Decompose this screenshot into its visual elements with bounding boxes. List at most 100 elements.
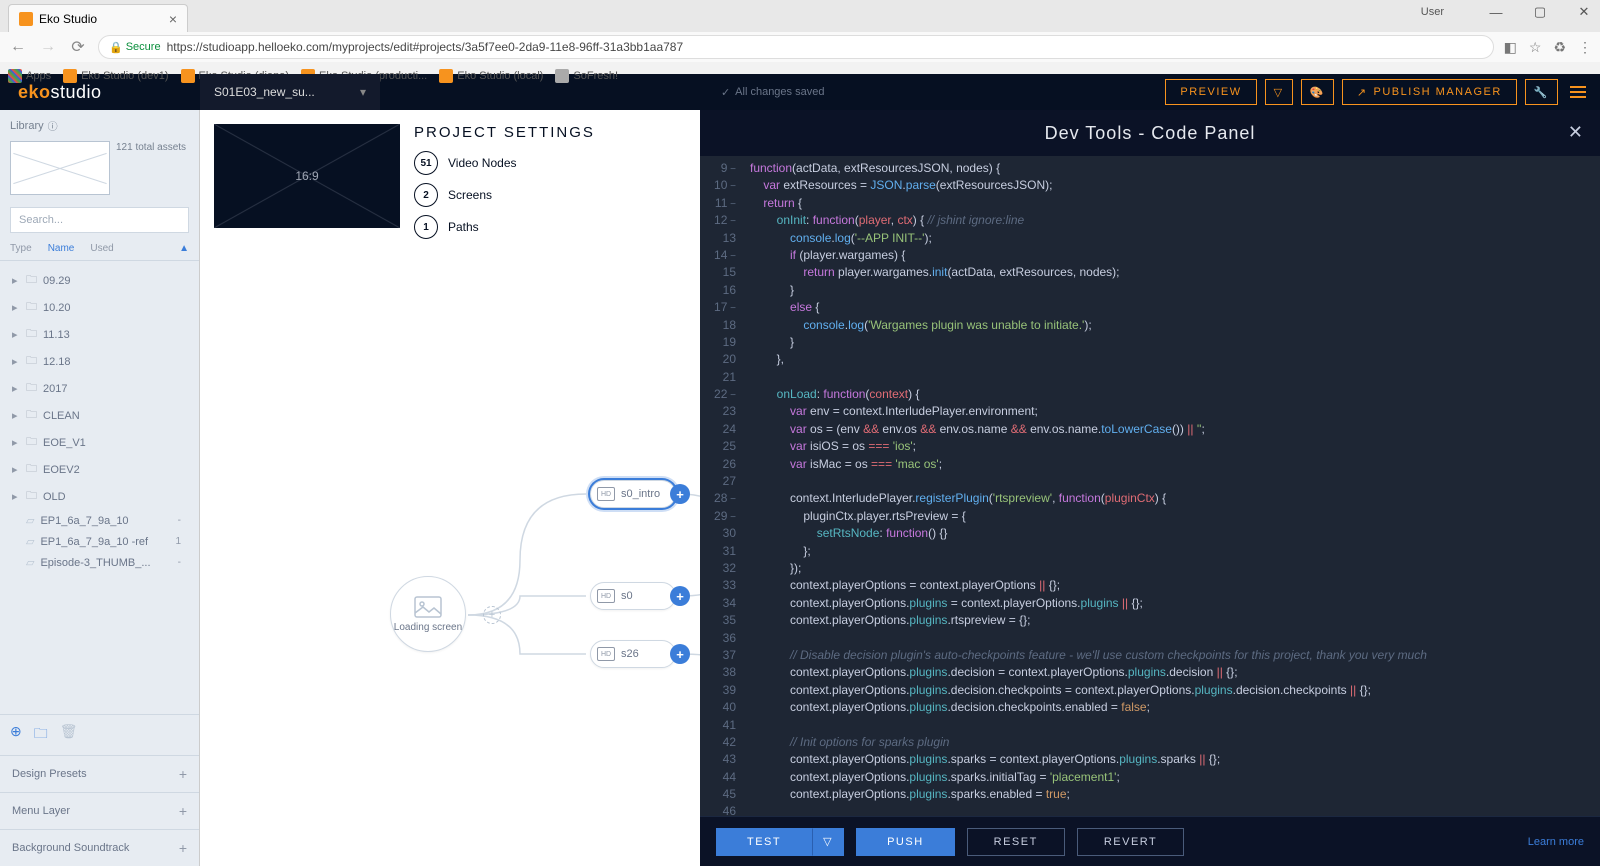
bookmark-item[interactable]: Apps: [8, 69, 51, 83]
kebab-icon[interactable]: ⋮: [1578, 39, 1592, 56]
sort-arrow-icon[interactable]: ▲: [179, 243, 189, 254]
wrench-icon[interactable]: 🔧: [1525, 79, 1558, 105]
learn-more-link[interactable]: Learn more: [1528, 836, 1584, 848]
expand-icon: ▸: [12, 409, 20, 422]
workspace: Library ⓘ 121 total assets Search... Typ…: [0, 110, 1600, 866]
library-thumb[interactable]: [10, 141, 110, 195]
graph-node[interactable]: HDs0: [590, 582, 676, 610]
aspect-ratio-box[interactable]: 16:9: [214, 124, 400, 228]
reset-button[interactable]: RESET: [967, 828, 1065, 856]
code-editor[interactable]: 9101112131415161718192021222324252627282…: [700, 156, 1600, 816]
setting-row[interactable]: 2Screens: [414, 183, 595, 207]
close-tab-icon[interactable]: ×: [169, 11, 177, 27]
folder-item[interactable]: ▸🗀09.29: [0, 267, 199, 294]
folder-item[interactable]: ▸🗀EOE_V1: [0, 429, 199, 456]
folder-item[interactable]: ▸🗀EOEV2: [0, 456, 199, 483]
folder-item[interactable]: ▸🗀12.18: [0, 348, 199, 375]
tab-type[interactable]: Type: [10, 243, 32, 254]
expand-icon: ▸: [12, 274, 20, 287]
bookmark-item[interactable]: Eko Studio (dev1): [63, 69, 168, 83]
accordion-item[interactable]: Background Soundtrack+: [0, 829, 199, 866]
file-item[interactable]: ▱EP1_6a_7_9a_10-: [0, 510, 199, 531]
line-gutter: 9101112131415161718192021222324252627282…: [700, 156, 742, 816]
loading-screen-node[interactable]: Loading screen: [390, 576, 466, 652]
library-sort-tabs: Type Name Used ▲: [0, 237, 199, 261]
library-tree: ▸🗀09.29▸🗀10.20▸🗀11.13▸🗀12.18▸🗀2017▸🗀CLEA…: [0, 261, 199, 714]
test-button[interactable]: TEST: [716, 828, 812, 856]
search-input[interactable]: Search...: [10, 207, 189, 233]
add-icon[interactable]: ⊕: [10, 723, 22, 747]
recycle-icon[interactable]: ♻: [1553, 39, 1566, 56]
extension-icon[interactable]: ◧: [1504, 39, 1517, 56]
folder-item[interactable]: ▸🗀10.20: [0, 294, 199, 321]
plus-icon: +: [179, 840, 187, 856]
close-window-icon[interactable]: ✕: [1572, 4, 1596, 20]
expand-icon: ▸: [12, 463, 20, 476]
app-header: ekostudio S01E03_new_su... ▾ ✓ All chang…: [0, 74, 1600, 110]
folder-item[interactable]: ▸🗀CLEAN: [0, 402, 199, 429]
browser-tab[interactable]: Eko Studio ×: [8, 4, 188, 32]
accordion-item[interactable]: Menu Layer+: [0, 792, 199, 829]
logo-studio: studio: [51, 82, 102, 103]
hamburger-icon[interactable]: [1566, 86, 1590, 98]
folder-icon: 🗀: [26, 298, 37, 317]
address-input[interactable]: 🔒 Secure https://studioapp.helloeko.com/…: [98, 35, 1494, 59]
tab-used[interactable]: Used: [90, 243, 113, 254]
forward-icon[interactable]: →: [38, 38, 58, 56]
project-name: S01E03_new_su...: [214, 85, 315, 99]
video-icon: HD: [597, 589, 615, 603]
trash-icon[interactable]: 🗑: [60, 723, 78, 747]
file-icon: ▱: [26, 556, 34, 569]
folder-item[interactable]: ▸🗀OLD: [0, 483, 199, 510]
minimize-icon[interactable]: —: [1484, 5, 1508, 20]
secure-badge: 🔒 Secure: [109, 41, 161, 54]
publish-button[interactable]: ↗ PUBLISH MANAGER: [1342, 79, 1517, 105]
expand-icon: ▸: [12, 490, 20, 503]
count-badge: 51: [414, 151, 438, 175]
bookmark-item[interactable]: SoFresh!: [555, 69, 618, 83]
push-button[interactable]: PUSH: [856, 828, 955, 856]
test-dropdown[interactable]: ▽: [812, 828, 844, 856]
add-connection-button[interactable]: +: [670, 644, 690, 664]
folder-item[interactable]: ▸🗀2017: [0, 375, 199, 402]
plus-icon: +: [179, 803, 187, 819]
add-node-button[interactable]: +: [483, 606, 501, 624]
add-connection-button[interactable]: +: [670, 484, 690, 504]
preview-button[interactable]: PREVIEW: [1165, 79, 1256, 105]
folder-item[interactable]: ▸🗀11.13: [0, 321, 199, 348]
code-content[interactable]: function(actData, extResourcesJSON, node…: [742, 156, 1600, 816]
maximize-icon[interactable]: ▢: [1528, 4, 1552, 20]
file-item[interactable]: ▱Episode-3_THUMB_...-: [0, 552, 199, 573]
graph-node[interactable]: HDs0_intro: [590, 480, 676, 508]
file-item[interactable]: ▱EP1_6a_7_9a_10 -ref1: [0, 531, 199, 552]
bookmark-icon: [555, 69, 569, 83]
file-icon: ▱: [26, 514, 34, 527]
reload-icon[interactable]: ⟳: [68, 37, 88, 57]
back-icon[interactable]: ←: [8, 38, 28, 56]
user-label[interactable]: User: [1421, 6, 1444, 18]
folder-icon: 🗀: [26, 271, 37, 290]
folder-icon: 🗀: [26, 379, 37, 398]
folder-icon: 🗀: [26, 325, 37, 344]
close-panel-icon[interactable]: ✕: [1568, 122, 1584, 143]
logo[interactable]: ekostudio: [0, 82, 200, 103]
preview-dropdown[interactable]: ▽: [1265, 79, 1293, 105]
revert-button[interactable]: REVERT: [1077, 828, 1184, 856]
accordion-item[interactable]: Design Presets+: [0, 755, 199, 792]
dev-tools-panel: Dev Tools - Code Panel ✕ 910111213141516…: [700, 110, 1600, 866]
info-icon[interactable]: ⓘ: [48, 118, 58, 133]
palette-icon[interactable]: 🎨: [1301, 79, 1334, 105]
project-selector[interactable]: S01E03_new_su... ▾: [200, 74, 380, 110]
dev-panel-header: Dev Tools - Code Panel ✕: [700, 110, 1600, 156]
graph-node[interactable]: HDs26: [590, 640, 676, 668]
setting-row[interactable]: 1Paths: [414, 215, 595, 239]
window-controls: User — ▢ ✕: [1421, 4, 1596, 20]
setting-row[interactable]: 51Video Nodes: [414, 151, 595, 175]
expand-icon: ▸: [12, 382, 20, 395]
address-bar: ← → ⟳ 🔒 Secure https://studioapp.helloek…: [0, 32, 1600, 62]
star-icon[interactable]: ☆: [1529, 39, 1542, 56]
bookmark-item[interactable]: Eko Studio (local): [439, 69, 543, 83]
new-folder-icon[interactable]: 🗀: [34, 723, 48, 747]
add-connection-button[interactable]: +: [670, 586, 690, 606]
tab-name[interactable]: Name: [48, 243, 75, 254]
